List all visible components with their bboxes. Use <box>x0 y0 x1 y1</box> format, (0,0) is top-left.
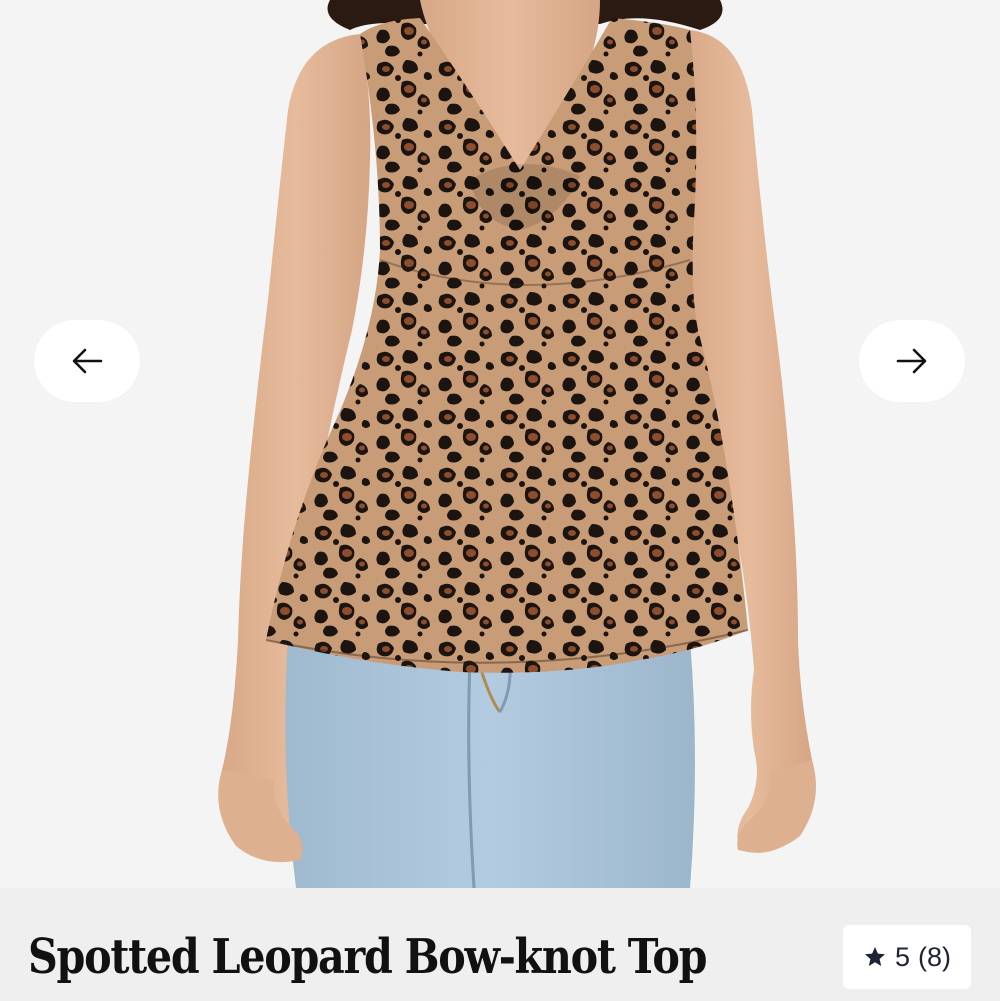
rating-badge[interactable]: 5 (8) <box>843 925 971 989</box>
product-photo <box>0 0 1000 888</box>
product-title: Spotted Leopard Bow-knot Top <box>28 929 707 985</box>
rating-score: 5 <box>894 941 911 972</box>
rating-count: (8) <box>918 941 952 972</box>
arrow-left-icon <box>72 348 103 374</box>
arrow-right-icon <box>896 348 927 374</box>
product-image-gallery <box>0 0 1000 888</box>
product-page: Spotted Leopard Bow-knot Top 5 (8) <box>0 0 1000 1001</box>
star-icon <box>864 947 885 966</box>
next-image-button[interactable] <box>859 320 965 402</box>
previous-image-button[interactable] <box>34 320 140 402</box>
